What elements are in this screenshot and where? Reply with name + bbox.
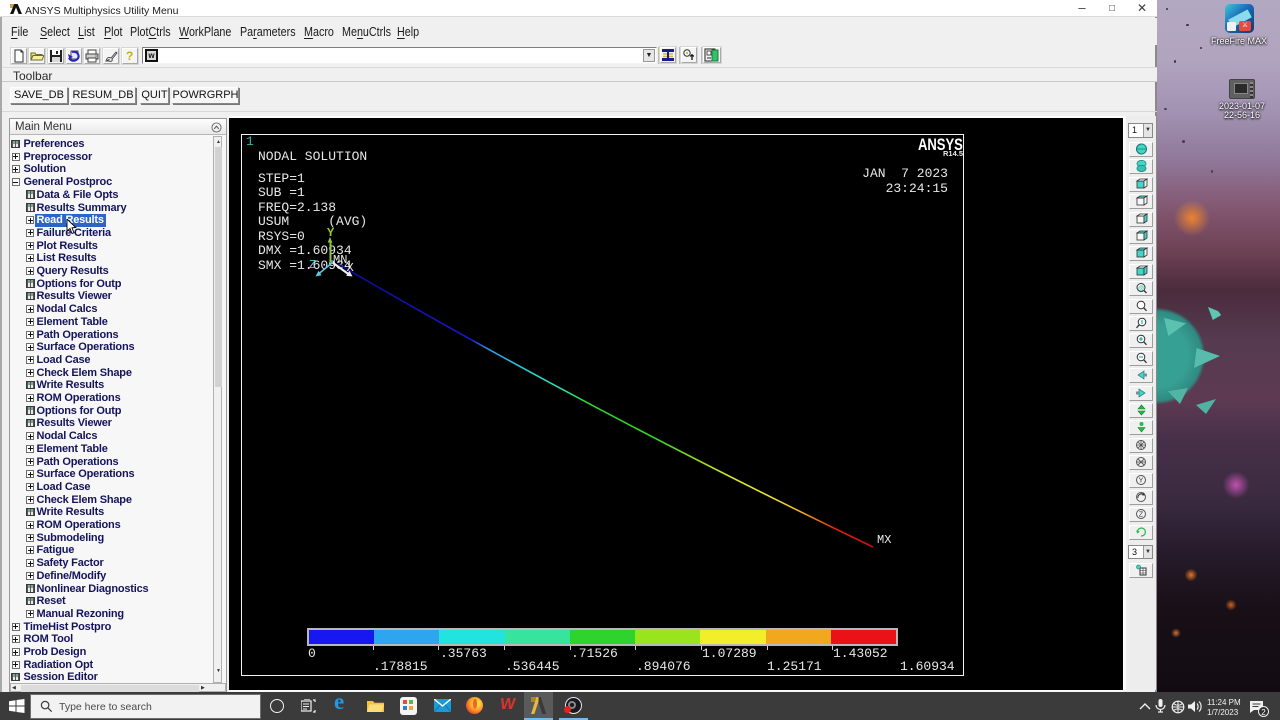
svg-text:Z: Z (1138, 512, 1143, 519)
svg-text:Y: Y (1138, 477, 1143, 484)
svg-text:@: @ (1137, 286, 1143, 292)
